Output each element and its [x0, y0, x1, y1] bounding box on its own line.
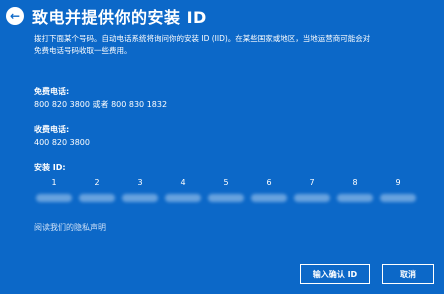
install-id-group-value-redacted [208, 194, 244, 202]
install-id-group: 9 [378, 177, 418, 202]
install-id-group-value-redacted [380, 194, 416, 202]
install-id-group-number: 4 [180, 178, 186, 187]
cancel-button[interactable]: 取消 [382, 264, 434, 284]
install-id-group: 5 [206, 177, 246, 202]
install-id-group-value-redacted [122, 194, 158, 202]
toll-label: 收费电话: [34, 125, 70, 134]
install-id-group-value-redacted [36, 194, 72, 202]
toll-free-section: 免费电话: 800 820 3800 或者 800 830 1832 [34, 86, 167, 111]
toll-section: 收费电话: 400 820 3800 [34, 124, 90, 149]
toll-number: 400 820 3800 [34, 138, 90, 147]
install-id-group-number: 5 [223, 178, 229, 187]
instructions: 拨打下面某个号码。自动电话系统将询问你的安装 ID (IID)。在某些国家或地区… [34, 33, 438, 57]
install-id-group-number: 6 [266, 178, 272, 187]
arrow-left-icon: ← [9, 9, 21, 23]
install-id-group-number: 8 [352, 178, 358, 187]
install-id-group-value-redacted [165, 194, 201, 202]
back-button[interactable]: ← [6, 7, 24, 25]
install-id-label: 安装 ID: [34, 163, 66, 172]
activation-dialog: ← 致电并提供你的安装 ID 拨打下面某个号码。自动电话系统将询问你的安装 ID… [0, 0, 444, 294]
install-id-group: 8 [335, 177, 375, 202]
install-id-group: 1 [34, 177, 74, 202]
install-id-group-value-redacted [79, 194, 115, 202]
install-id-group-number: 9 [395, 178, 401, 187]
install-id-group-value-redacted [294, 194, 330, 202]
install-id-group: 6 [249, 177, 289, 202]
install-id-group-value-redacted [251, 194, 287, 202]
header: ← 致电并提供你的安装 ID [6, 5, 207, 27]
toll-free-label: 免费电话: [34, 87, 70, 96]
install-id-group-number: 1 [51, 178, 57, 187]
privacy-statement-link[interactable]: 阅读我们的隐私声明 [34, 222, 106, 233]
install-id-group: 4 [163, 177, 203, 202]
install-id-group: 3 [120, 177, 160, 202]
page-title: 致电并提供你的安装 ID [32, 8, 207, 27]
install-id-group-value-redacted [337, 194, 373, 202]
install-id-group: 7 [292, 177, 332, 202]
install-id-groups: 1 2 3 4 5 6 7 8 9 [34, 177, 430, 207]
instructions-line-1: 拨打下面某个号码。自动电话系统将询问你的安装 ID (IID)。在某些国家或地区… [34, 34, 371, 43]
install-id-group-number: 2 [94, 178, 100, 187]
install-id-group: 2 [77, 177, 117, 202]
install-id-group-number: 3 [137, 178, 143, 187]
install-id-section: 安装 ID: [34, 162, 66, 173]
instructions-line-2: 免费电话号码收取一些费用。 [34, 46, 132, 55]
enter-confirmation-id-button[interactable]: 输入确认 ID [300, 264, 370, 284]
install-id-group-number: 7 [309, 178, 315, 187]
toll-free-number: 800 820 3800 或者 800 830 1832 [34, 100, 168, 109]
